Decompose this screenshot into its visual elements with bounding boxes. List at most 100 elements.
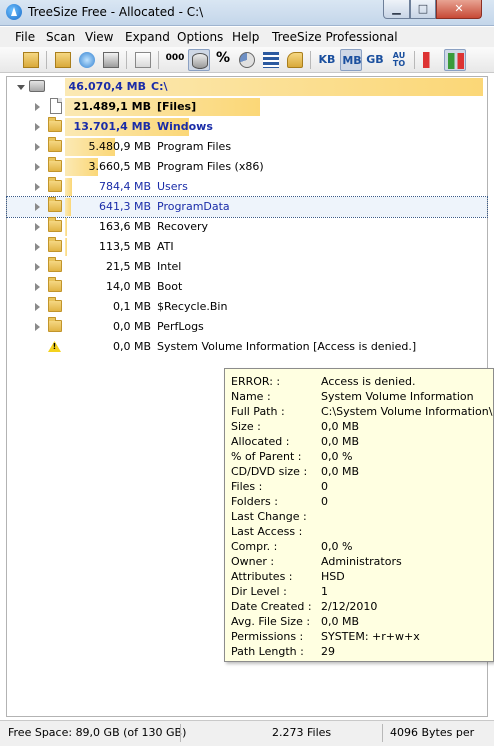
sort-by-size-button[interactable] (444, 49, 466, 71)
grid-icon (263, 52, 279, 68)
tree-row[interactable]: 163,6 MB Recovery (7, 217, 487, 237)
folder-size: 641,3 MB (98, 200, 151, 213)
expand-icon[interactable] (35, 123, 40, 131)
expand-icon[interactable] (35, 243, 40, 251)
tree-row[interactable]: 641,3 MB ProgramData (6, 196, 488, 218)
expand-icon[interactable] (35, 183, 40, 191)
tooltip-row: Date Created : 2/12/2010 (231, 600, 493, 615)
menu-help[interactable]: Help (232, 30, 259, 44)
toolbar-separator (414, 51, 415, 69)
menu-options[interactable]: Options (177, 30, 223, 44)
expand-icon[interactable] (35, 103, 40, 111)
print-button[interactable] (100, 49, 122, 71)
sort-by-name-button[interactable] (420, 49, 442, 71)
tooltip-label: Size : (231, 420, 261, 433)
menu-scan[interactable]: Scan (46, 30, 75, 44)
tree-row[interactable]: 0,0 MB PerfLogs (7, 317, 487, 337)
tooltip-value: Access is denied. (321, 375, 416, 388)
tooltip-value: 0,0 MB (321, 420, 360, 433)
tooltip-value: 0,0 % (321, 450, 353, 463)
expand-icon[interactable] (35, 303, 40, 311)
expand-icon[interactable] (35, 203, 40, 211)
tooltip-label: Compr. : (231, 540, 278, 553)
tree-row[interactable]: 5.480,9 MB Program Files (7, 137, 487, 157)
toolbar-separator (310, 51, 311, 69)
root-size: 46.070,4 MB (68, 80, 146, 93)
status-separator (180, 724, 181, 742)
tree-row[interactable]: 14,0 MB Boot (7, 277, 487, 297)
tooltip-row: Folders : 0 (231, 495, 493, 510)
tree-row[interactable]: 3.660,5 MB Program Files (x86) (7, 157, 487, 177)
window-title: TreeSize Free - Allocated - C:\ (28, 5, 204, 19)
expand-icon[interactable] (35, 143, 40, 151)
folder-size: 13.701,4 MB (73, 120, 151, 133)
details-button[interactable] (260, 49, 282, 71)
expand-icon[interactable] (35, 323, 40, 331)
sort-size-icon (448, 53, 464, 69)
file-search-button[interactable] (284, 49, 306, 71)
toolbar-separator (46, 51, 47, 69)
unit-kb-button[interactable]: KB (316, 49, 338, 71)
tooltip-row: Owner : Administrators (231, 555, 493, 570)
tooltip-value: 0 (321, 495, 328, 508)
printer-icon (103, 52, 119, 68)
folder-size: 5.480,9 MB (88, 140, 151, 153)
pie-chart-button[interactable] (236, 49, 258, 71)
unit-mb-button[interactable]: MB (340, 49, 362, 71)
unit-mb-label: MB (342, 54, 362, 67)
tree-row[interactable]: 21.489,1 MB [Files] (7, 97, 487, 117)
folder-name: PerfLogs (157, 320, 204, 333)
tooltip-row: Avg. File Size : 0,0 MB (231, 615, 493, 630)
select-directory-button[interactable] (20, 49, 42, 71)
refresh-button[interactable] (76, 49, 98, 71)
folder-size: 14,0 MB (105, 280, 151, 293)
root-name: C:\ (151, 80, 168, 93)
tooltip-value: 0 (321, 480, 328, 493)
expand-icon[interactable] (35, 283, 40, 291)
collapse-icon[interactable] (17, 85, 25, 90)
drive-icon (29, 80, 45, 92)
unit-gb-button[interactable]: GB (364, 49, 386, 71)
menu-treesize-professional[interactable]: TreeSize Professional (272, 30, 398, 44)
disk-icon (192, 53, 208, 69)
menu-bar: File Scan View Expand Options Help TreeS… (0, 27, 494, 47)
close-button[interactable]: ✕ (436, 0, 482, 19)
menu-file[interactable]: File (15, 30, 35, 44)
free-space-status: Free Space: 89,0 GB (of 130 GB) (8, 726, 187, 739)
minimize-button[interactable]: ▁ (383, 0, 410, 19)
tooltip-value: Administrators (321, 555, 402, 568)
tooltip-value: SYSTEM: +r+w+x (321, 630, 420, 643)
tree-row[interactable]: 21,5 MB Intel (7, 257, 487, 277)
unit-auto-button[interactable]: AU TO (388, 49, 410, 71)
menu-expand[interactable]: Expand (125, 30, 170, 44)
show-size-button[interactable] (188, 49, 210, 71)
tree-row[interactable]: 0,1 MB $Recycle.Bin (7, 297, 487, 317)
tooltip-value: 2/12/2010 (321, 600, 378, 613)
show-file-count-button[interactable]: 000 (164, 49, 186, 71)
cluster-size-status: 4096 Bytes per (390, 726, 475, 739)
expand-icon[interactable] (35, 163, 40, 171)
explorer-button[interactable] (132, 49, 154, 71)
folder-name: Program Files (157, 140, 232, 153)
tooltip-row: Compr. : 0,0 % (231, 540, 493, 555)
tree-row-root[interactable]: 46.070,4 MB C:\ (7, 77, 487, 97)
tree-row[interactable]: 13.701,4 MB Windows (7, 117, 487, 137)
expand-icon[interactable] (35, 263, 40, 271)
tooltip-row: Permissions : SYSTEM: +r+w+x (231, 630, 493, 645)
tree-row[interactable]: ! 0,0 MB System Volume Information [Access… (7, 337, 487, 357)
digits-icon: 000 (165, 53, 185, 63)
tooltip-value: 0,0 MB (321, 435, 360, 448)
tooltip-row: Last Change : (231, 510, 493, 525)
open-folder-button[interactable] (52, 49, 74, 71)
tree-row[interactable]: 784,4 MB Users (7, 177, 487, 197)
title-bar: TreeSize Free - Allocated - C:\ ▁ □ ✕ (0, 0, 494, 26)
tooltip-row: Files : 0 (231, 480, 493, 495)
tree-row[interactable]: 113,5 MB ATI (7, 237, 487, 257)
expand-icon[interactable] (35, 223, 40, 231)
maximize-button[interactable]: □ (410, 0, 436, 19)
show-percent-button[interactable]: % (212, 49, 234, 71)
file-count-status: 2.273 Files (272, 726, 332, 739)
unit-kb-label: KB (318, 53, 336, 66)
tooltip-value: 0,0 % (321, 540, 353, 553)
menu-view[interactable]: View (85, 30, 113, 44)
